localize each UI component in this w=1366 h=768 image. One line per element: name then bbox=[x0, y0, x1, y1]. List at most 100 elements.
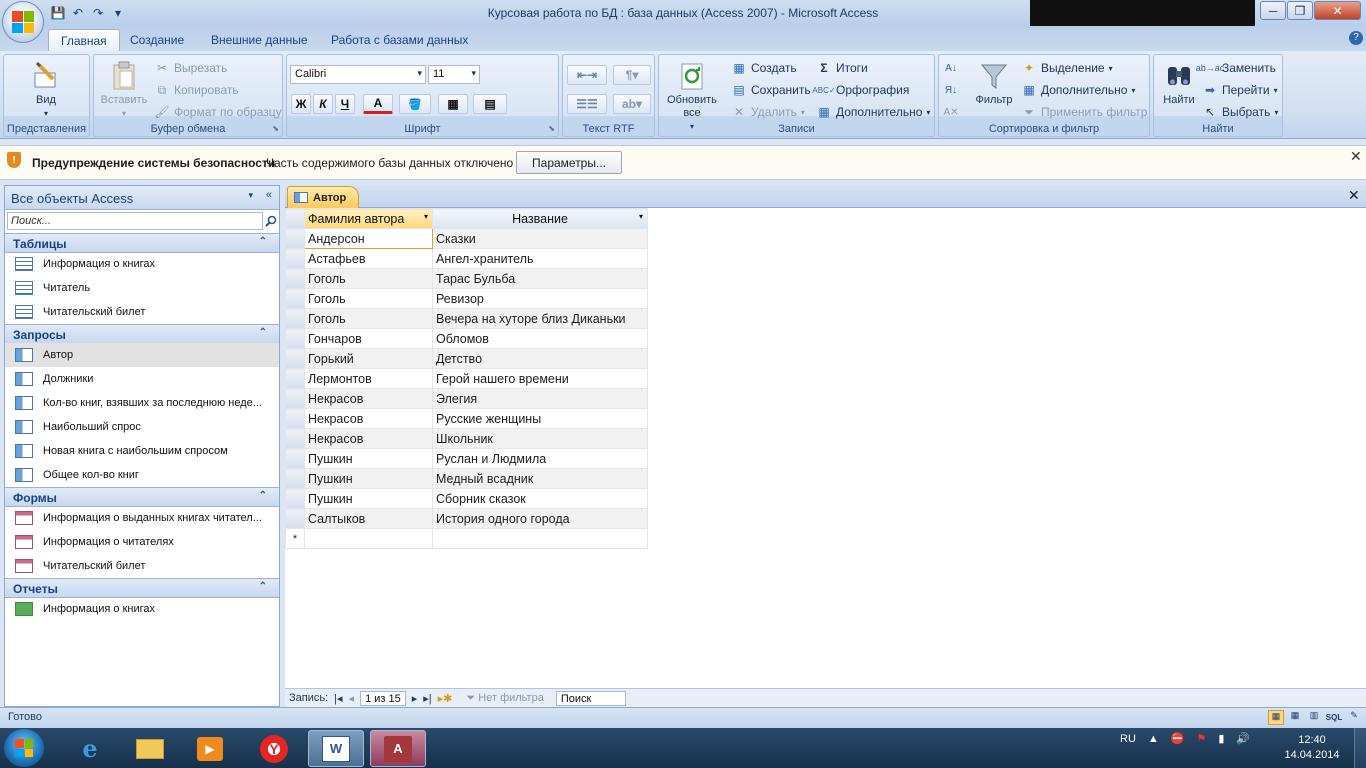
format-painter-button[interactable]: 🖌 Формат по образцу bbox=[154, 102, 281, 122]
nav-item-table[interactable]: Читательский билет bbox=[5, 300, 279, 324]
author-cell[interactable]: Гончаров bbox=[304, 328, 433, 349]
title-cell[interactable]: Герой нашего времени bbox=[432, 368, 648, 389]
table-row[interactable]: Некрасов Элегия bbox=[285, 388, 648, 409]
datasheet-view-icon[interactable]: ▦ bbox=[1268, 710, 1284, 725]
language-indicator[interactable]: RU bbox=[1120, 733, 1136, 745]
table-row[interactable]: Гоголь Тарас Бульба bbox=[285, 268, 648, 289]
column-dropdown-icon[interactable]: ▾ bbox=[424, 212, 428, 221]
font-size-select[interactable]: 11 bbox=[428, 65, 480, 84]
nav-item-report[interactable]: Информация о книгах bbox=[5, 597, 279, 621]
action-center-icon[interactable]: ⚑ bbox=[1196, 732, 1206, 745]
column-header[interactable]: Название ▾ bbox=[432, 208, 648, 229]
row-selector[interactable] bbox=[285, 288, 305, 309]
title-cell[interactable]: Сборник сказок bbox=[432, 488, 648, 509]
title-cell[interactable]: Руслан и Людмила bbox=[432, 448, 648, 469]
title-cell[interactable]: Детство bbox=[432, 348, 648, 369]
alt-fill-button[interactable]: ▤ bbox=[473, 94, 507, 114]
table-row[interactable]: Некрасов Русские женщины bbox=[285, 408, 648, 429]
nav-item-query[interactable]: Наибольший спрос bbox=[5, 415, 279, 439]
author-cell[interactable]: Салтыков bbox=[304, 508, 433, 529]
previous-record-icon[interactable]: ◂ bbox=[349, 692, 355, 705]
column-header[interactable]: Фамилия автора ▾ bbox=[304, 208, 433, 229]
row-selector[interactable] bbox=[285, 228, 305, 249]
pivot-chart-view-icon[interactable]: ▥ bbox=[1306, 710, 1322, 725]
security-options-button[interactable]: Параметры... bbox=[516, 151, 622, 174]
record-search-input[interactable]: Поиск bbox=[555, 690, 626, 706]
list-button[interactable]: ☰☰ bbox=[567, 94, 607, 114]
nav-item-table[interactable]: Читатель bbox=[5, 276, 279, 300]
sql-view-icon[interactable]: SQL bbox=[1325, 710, 1343, 725]
table-row[interactable]: Салтыков История одного города bbox=[285, 508, 648, 529]
show-hidden-icons[interactable]: ▲ bbox=[1148, 733, 1159, 745]
start-button[interactable] bbox=[4, 729, 44, 767]
category-forms[interactable]: Формы ⌃ bbox=[5, 487, 279, 507]
copy-button[interactable]: ⧉ Копировать bbox=[154, 80, 239, 100]
font-dialog-launcher-icon[interactable]: ⬊ bbox=[548, 124, 555, 133]
row-selector[interactable] bbox=[285, 408, 305, 429]
title-cell[interactable]: Сказки bbox=[432, 228, 648, 249]
author-cell[interactable]: Горький bbox=[304, 348, 433, 369]
cut-button[interactable]: ✂ Вырезать bbox=[154, 58, 227, 78]
title-cell[interactable]: История одного города bbox=[432, 508, 648, 529]
title-cell[interactable]: Школьник bbox=[432, 428, 648, 449]
nav-item-query[interactable]: Должники bbox=[5, 367, 279, 391]
totals-button[interactable]: Σ Итоги bbox=[816, 58, 867, 78]
table-row[interactable]: Лермонтов Герой нашего времени bbox=[285, 368, 648, 389]
tab-external-data[interactable]: Внешние данные bbox=[199, 29, 320, 51]
collapse-icon[interactable]: ⌃ bbox=[259, 236, 267, 247]
nav-item-query[interactable]: Новая книга с наибольшим спросом bbox=[5, 439, 279, 463]
sort-ascending-button[interactable]: A↓ bbox=[943, 58, 959, 78]
taskbar-media-player[interactable]: ▶ bbox=[182, 730, 238, 767]
table-row[interactable]: Некрасов Школьник bbox=[285, 428, 648, 449]
title-cell[interactable]: Ангел-хранитель bbox=[432, 248, 648, 269]
goto-button[interactable]: ➡ Перейти ▾ bbox=[1202, 80, 1278, 100]
author-cell[interactable]: Астафьев bbox=[304, 248, 433, 269]
close-icon[interactable]: ✕ bbox=[1350, 148, 1362, 165]
title-cell[interactable]: Медный всадник bbox=[432, 468, 648, 489]
nav-item-query[interactable]: Общее кол-во книг bbox=[5, 463, 279, 487]
pivot-table-view-icon[interactable]: ▦ bbox=[1287, 710, 1303, 725]
title-cell[interactable]: Вечера на хуторе близ Диканьки bbox=[432, 308, 648, 329]
font-name-select[interactable]: Calibri bbox=[290, 65, 426, 84]
row-selector[interactable] bbox=[285, 508, 305, 529]
new-author-cell[interactable] bbox=[304, 528, 433, 549]
row-selector[interactable] bbox=[285, 248, 305, 269]
sort-descending-button[interactable]: Я↓ bbox=[943, 80, 959, 100]
spelling-button[interactable]: ABC✓ Орфография bbox=[812, 80, 909, 100]
category-tables[interactable]: Таблицы ⌃ bbox=[5, 233, 279, 253]
row-selector[interactable] bbox=[285, 368, 305, 389]
taskbar-access[interactable]: A bbox=[370, 730, 426, 767]
author-cell[interactable]: Пушкин bbox=[304, 468, 433, 489]
nav-item-query[interactable]: Автор bbox=[5, 343, 279, 367]
nav-search-input[interactable]: Поиск... bbox=[7, 212, 263, 230]
italic-button[interactable]: К bbox=[313, 94, 333, 114]
author-cell[interactable]: Гоголь bbox=[304, 308, 433, 329]
maximize-button[interactable]: ❐ bbox=[1287, 1, 1313, 20]
taskbar-word[interactable]: W bbox=[308, 730, 364, 767]
indent-decrease-button[interactable]: ⇤⇥ bbox=[567, 65, 607, 85]
author-cell[interactable]: Некрасов bbox=[304, 388, 433, 409]
row-selector[interactable] bbox=[285, 308, 305, 329]
author-cell[interactable]: Гоголь bbox=[304, 268, 433, 289]
last-record-icon[interactable]: ▸| bbox=[423, 692, 431, 705]
more-records-button[interactable]: ▦ Дополнительно ▾ bbox=[816, 102, 930, 122]
author-cell[interactable]: Пушкин bbox=[304, 448, 433, 469]
record-position-input[interactable]: 1 из 15 bbox=[360, 690, 406, 706]
help-icon[interactable]: ? bbox=[1349, 31, 1363, 45]
row-selector[interactable] bbox=[285, 388, 305, 409]
nav-item-table[interactable]: Информация о книгах bbox=[5, 252, 279, 276]
save-record-button[interactable]: ▤ Сохранить bbox=[731, 80, 810, 100]
network-error-icon[interactable]: ⛔ bbox=[1171, 732, 1185, 745]
collapse-pane-icon[interactable]: « bbox=[266, 189, 272, 201]
bold-button[interactable]: Ж bbox=[291, 94, 311, 114]
title-cell[interactable]: Обломов bbox=[432, 328, 648, 349]
collapse-icon[interactable]: ⌃ bbox=[259, 581, 267, 592]
taskbar-yandex[interactable]: Y bbox=[246, 730, 302, 767]
row-selector[interactable] bbox=[285, 428, 305, 449]
table-row[interactable]: Гоголь Вечера на хуторе близ Диканьки bbox=[285, 308, 648, 329]
view-button[interactable]: Вид ▾ bbox=[24, 60, 68, 120]
search-icon[interactable] bbox=[263, 212, 279, 230]
tab-home[interactable]: Главная bbox=[48, 29, 120, 51]
select-button[interactable]: ↖ Выбрать ▾ bbox=[1202, 102, 1278, 122]
collapse-icon[interactable]: ⌃ bbox=[259, 327, 267, 338]
